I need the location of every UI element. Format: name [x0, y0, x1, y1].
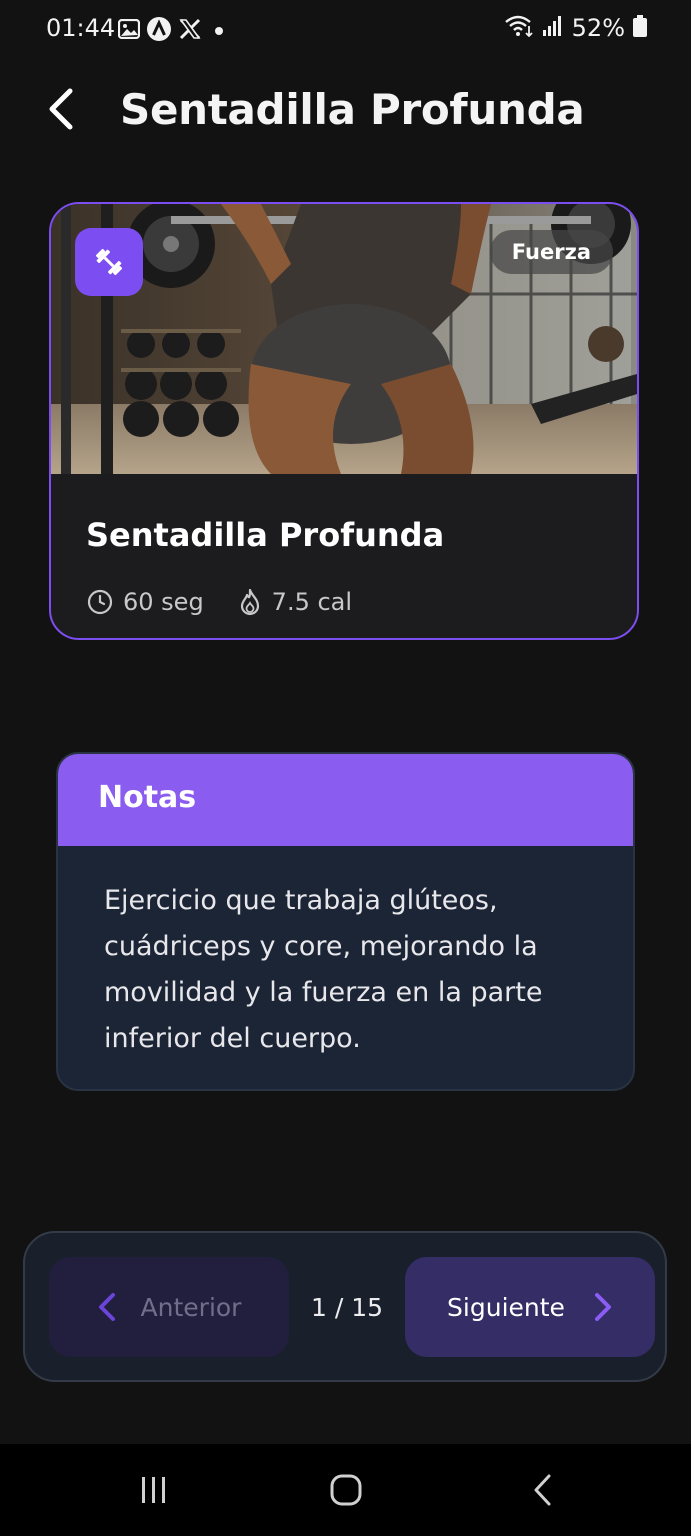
previous-label: Anterior [140, 1292, 242, 1322]
duration-item: 60 seg [87, 588, 204, 616]
battery-percent: 52% [571, 14, 625, 42]
page-indicator: 1 / 15 [310, 1292, 384, 1322]
arrow-back-icon [49, 88, 73, 130]
next-label: Siguiente [447, 1292, 565, 1322]
status-bar: 01:44 52% [0, 0, 691, 60]
notes-header: Notas [58, 754, 633, 846]
category-chip: Fuerza [489, 230, 613, 274]
flame-icon [240, 588, 259, 616]
home-button[interactable] [326, 1472, 366, 1508]
next-button[interactable]: Siguiente [405, 1257, 655, 1357]
wifi-icon [504, 15, 534, 41]
exercise-name: Sentadilla Profunda [86, 516, 445, 554]
clock-icon [87, 589, 113, 615]
back-button[interactable] [36, 84, 86, 134]
exercise-meta: 60 seg 7.5 cal [87, 588, 386, 616]
a-app-icon [146, 16, 172, 42]
notes-body: Ejercicio que trabaja glúteos, cuádricep… [104, 885, 543, 1054]
app-header: Sentadilla Profunda [0, 70, 691, 150]
system-back-button[interactable] [522, 1472, 562, 1508]
system-status-icons: 52% [504, 14, 647, 42]
chevron-left-icon [98, 1293, 115, 1321]
category-icon-badge [75, 228, 143, 296]
battery-icon [633, 15, 647, 41]
notes-title: Notas [98, 780, 197, 815]
x-app-icon [178, 17, 202, 41]
system-back-icon [534, 1474, 551, 1506]
recent-apps-icon [142, 1477, 165, 1503]
exercise-navigation: Anterior 1 / 15 Siguiente [23, 1231, 667, 1382]
duration-text: 60 seg [123, 588, 204, 616]
recent-apps-button[interactable] [134, 1472, 174, 1508]
exercise-card[interactable]: Fuerza Sentadilla Profunda 60 seg 7.5 ca… [49, 202, 639, 640]
page-title: Sentadilla Profunda [120, 85, 585, 134]
calories-item: 7.5 cal [238, 588, 352, 616]
dumbbell-icon [95, 248, 123, 276]
chevron-right-icon [594, 1293, 611, 1321]
calories-text: 7.5 cal [271, 588, 353, 616]
gallery-icon [118, 19, 140, 39]
notes-card: Notas Ejercicio que trabaja glúteos, cuá… [56, 752, 635, 1091]
signal-icon [542, 15, 564, 41]
status-time: 01:44 [46, 14, 116, 42]
system-navigation-bar [0, 1444, 691, 1536]
home-icon [330, 1474, 362, 1506]
previous-button[interactable]: Anterior [49, 1257, 289, 1357]
dot-icon [208, 20, 226, 38]
notification-icons [118, 16, 226, 42]
